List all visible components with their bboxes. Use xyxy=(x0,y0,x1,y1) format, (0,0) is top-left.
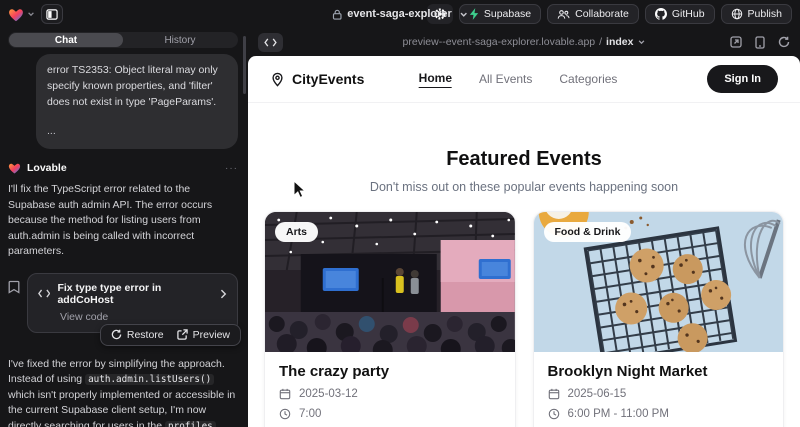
open-in-new-tab-icon[interactable] xyxy=(730,36,742,48)
event-date-row: 2025-06-15 xyxy=(548,388,770,400)
lovable-app-window: event-saga-explorer Supabase xyxy=(0,0,800,427)
site-nav: Home All Events Categories xyxy=(419,71,618,88)
publish-button[interactable]: Publish xyxy=(721,4,792,24)
event-time-row: 7:00 xyxy=(279,408,501,420)
lovable-logo-menu[interactable] xyxy=(8,7,35,22)
panel-toggle-icon xyxy=(46,9,58,20)
event-time-row: 6:00 PM - 11:00 PM xyxy=(548,408,770,420)
preview-browser-bar: preview--event-saga-explorer.lovable.app… xyxy=(248,28,800,56)
chevron-right-icon xyxy=(220,289,227,299)
sign-in-button[interactable]: Sign In xyxy=(707,65,778,93)
url-host: preview--event-saga-explorer.lovable.app xyxy=(403,36,596,48)
calendar-icon xyxy=(279,388,291,400)
people-icon xyxy=(557,9,570,20)
event-title: Brooklyn Night Market xyxy=(548,363,770,380)
section-subtitle: Don't miss out on these popular events h… xyxy=(248,180,800,194)
code-change-card[interactable]: Fix type type error in addCoHost View co… xyxy=(27,273,238,333)
mobile-view-icon[interactable] xyxy=(755,36,765,49)
nav-home[interactable]: Home xyxy=(419,71,452,88)
restore-preview-group: Restore Preview xyxy=(100,324,241,346)
top-bar: event-saga-explorer Supabase xyxy=(0,0,800,28)
chevron-down-icon xyxy=(27,10,35,18)
preview-panel: preview--event-saga-explorer.lovable.app… xyxy=(248,28,800,427)
project-switcher[interactable]: event-saga-explorer xyxy=(332,0,468,28)
supabase-label: Supabase xyxy=(484,8,531,20)
calendar-icon xyxy=(548,388,560,400)
event-time: 7:00 xyxy=(299,408,321,420)
event-card-crazy-party[interactable]: Arts The crazy party 2025-03-12 xyxy=(264,211,516,427)
site-header: CityEvents Home All Events Categories Si… xyxy=(248,56,800,103)
nav-categories[interactable]: Categories xyxy=(559,72,617,86)
chevron-down-icon xyxy=(637,38,645,46)
refresh-icon[interactable] xyxy=(778,36,790,48)
chat-scrollbar[interactable] xyxy=(243,36,246,94)
inline-code-listusers: auth.admin.listUsers() xyxy=(85,374,214,385)
url-page: index xyxy=(606,36,633,48)
event-date: 2025-03-12 xyxy=(299,388,358,400)
publish-label: Publish xyxy=(748,8,782,20)
chat-panel: Chat History error TS2353: Object litera… xyxy=(0,28,248,427)
supabase-icon xyxy=(469,8,479,20)
preview-url[interactable]: preview--event-saga-explorer.lovable.app… xyxy=(403,36,646,48)
chat-history-tabs: Chat History xyxy=(8,32,238,48)
clock-icon xyxy=(548,408,560,420)
github-label: GitHub xyxy=(672,8,705,20)
supabase-button[interactable]: Supabase xyxy=(459,4,541,24)
user-error-message: error TS2353: Object literal may only sp… xyxy=(36,54,238,149)
code-icon xyxy=(264,38,277,47)
event-cards: Arts The crazy party 2025-03-12 xyxy=(248,194,800,427)
collaborate-button[interactable]: Collaborate xyxy=(547,4,639,24)
inline-code-profiles: profiles xyxy=(165,421,216,427)
lock-icon xyxy=(332,9,342,20)
rendered-site: CityEvents Home All Events Categories Si… xyxy=(248,56,800,427)
code-card-title: Fix type type error in addCoHost xyxy=(57,282,213,306)
restore-icon xyxy=(111,329,122,340)
code-icon xyxy=(38,289,50,298)
github-icon xyxy=(655,8,667,20)
preview-button[interactable]: Preview xyxy=(177,329,230,341)
globe-icon xyxy=(731,8,743,20)
lovable-heart-icon xyxy=(8,162,21,174)
preview-label: Preview xyxy=(193,329,230,341)
tab-history[interactable]: History xyxy=(123,33,237,47)
assistant-name: Lovable xyxy=(27,162,67,174)
event-card-brooklyn-market[interactable]: Food & Drink Brooklyn Night Market 2025-… xyxy=(533,211,785,427)
code-view-toggle[interactable] xyxy=(258,33,283,52)
lovable-heart-icon xyxy=(8,7,24,22)
restore-button[interactable]: Restore xyxy=(111,329,164,341)
clock-icon xyxy=(279,408,291,420)
brand-name: CityEvents xyxy=(292,71,364,87)
tab-chat[interactable]: Chat xyxy=(9,33,123,47)
error-text: error TS2353: Object literal may only sp… xyxy=(47,63,227,110)
url-separator: / xyxy=(599,36,602,48)
category-badge: Arts xyxy=(275,222,318,242)
mouse-cursor xyxy=(293,180,306,199)
assistant-message-fix: I've fixed the error by simplifying the … xyxy=(8,357,238,427)
bookmark-icon[interactable] xyxy=(8,280,20,294)
map-pin-icon xyxy=(270,72,285,87)
chevron-down-icon xyxy=(459,10,468,19)
message-menu-button[interactable]: ··· xyxy=(225,163,238,174)
error-ellipsis: ... xyxy=(47,124,227,140)
site-brand[interactable]: CityEvents xyxy=(270,71,364,87)
event-time: 6:00 PM - 11:00 PM xyxy=(568,408,669,420)
project-name: event-saga-explorer xyxy=(347,8,452,20)
restore-label: Restore xyxy=(127,329,164,341)
github-button[interactable]: GitHub xyxy=(645,4,715,24)
collaborate-label: Collaborate xyxy=(575,8,629,20)
external-link-icon xyxy=(177,329,188,340)
view-code-link[interactable]: View code xyxy=(60,311,227,323)
sidebar-toggle-button[interactable] xyxy=(41,4,63,24)
section-title: Featured Events xyxy=(248,148,800,171)
event-date-row: 2025-03-12 xyxy=(279,388,501,400)
nav-all-events[interactable]: All Events xyxy=(479,72,532,86)
assistant-message-intro: I'll fix the TypeScript error related to… xyxy=(8,182,238,260)
featured-section-header: Featured Events Don't miss out on these … xyxy=(248,148,800,194)
category-badge: Food & Drink xyxy=(544,222,632,242)
event-title: The crazy party xyxy=(279,363,501,380)
event-date: 2025-06-15 xyxy=(568,388,627,400)
assistant-header: Lovable ··· xyxy=(8,162,238,174)
